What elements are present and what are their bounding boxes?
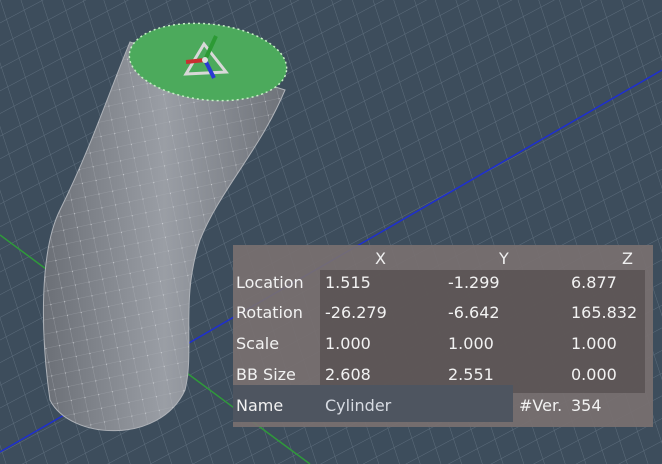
rotation-y-field[interactable]: -6.642 <box>448 303 500 323</box>
scale-x-field[interactable]: 1.000 <box>325 334 371 354</box>
column-header-x: X <box>375 249 386 268</box>
location-z-field[interactable]: 6.877 <box>571 273 617 293</box>
row-label-rotation: Rotation <box>236 303 303 322</box>
vertex-count-label: #Ver. <box>519 396 563 415</box>
bb-size-y-field: 2.551 <box>448 365 494 384</box>
row-label-location: Location <box>236 273 304 292</box>
location-y-field[interactable]: -1.299 <box>448 273 500 293</box>
object-properties-panel: X Y Z Location 1.515 -1.299 6.877 Rotati… <box>233 245 653 427</box>
rotation-z-field[interactable]: 165.832 <box>571 303 637 323</box>
column-header-z: Z <box>622 249 633 268</box>
location-x-field[interactable]: 1.515 <box>325 273 371 293</box>
scale-y-field[interactable]: 1.000 <box>448 334 494 354</box>
object-name-field[interactable]: Cylinder <box>325 396 391 416</box>
bb-size-x-field: 2.608 <box>325 365 371 384</box>
row-label-bb-size: BB Size <box>236 365 296 384</box>
bb-size-z-field: 0.000 <box>571 365 617 384</box>
row-label-scale: Scale <box>236 334 280 353</box>
row-label-name: Name <box>236 396 284 415</box>
vertex-count-value: 354 <box>571 396 602 415</box>
scale-z-field[interactable]: 1.000 <box>571 334 617 354</box>
column-header-y: Y <box>499 249 509 268</box>
rotation-x-field[interactable]: -26.279 <box>325 303 387 323</box>
